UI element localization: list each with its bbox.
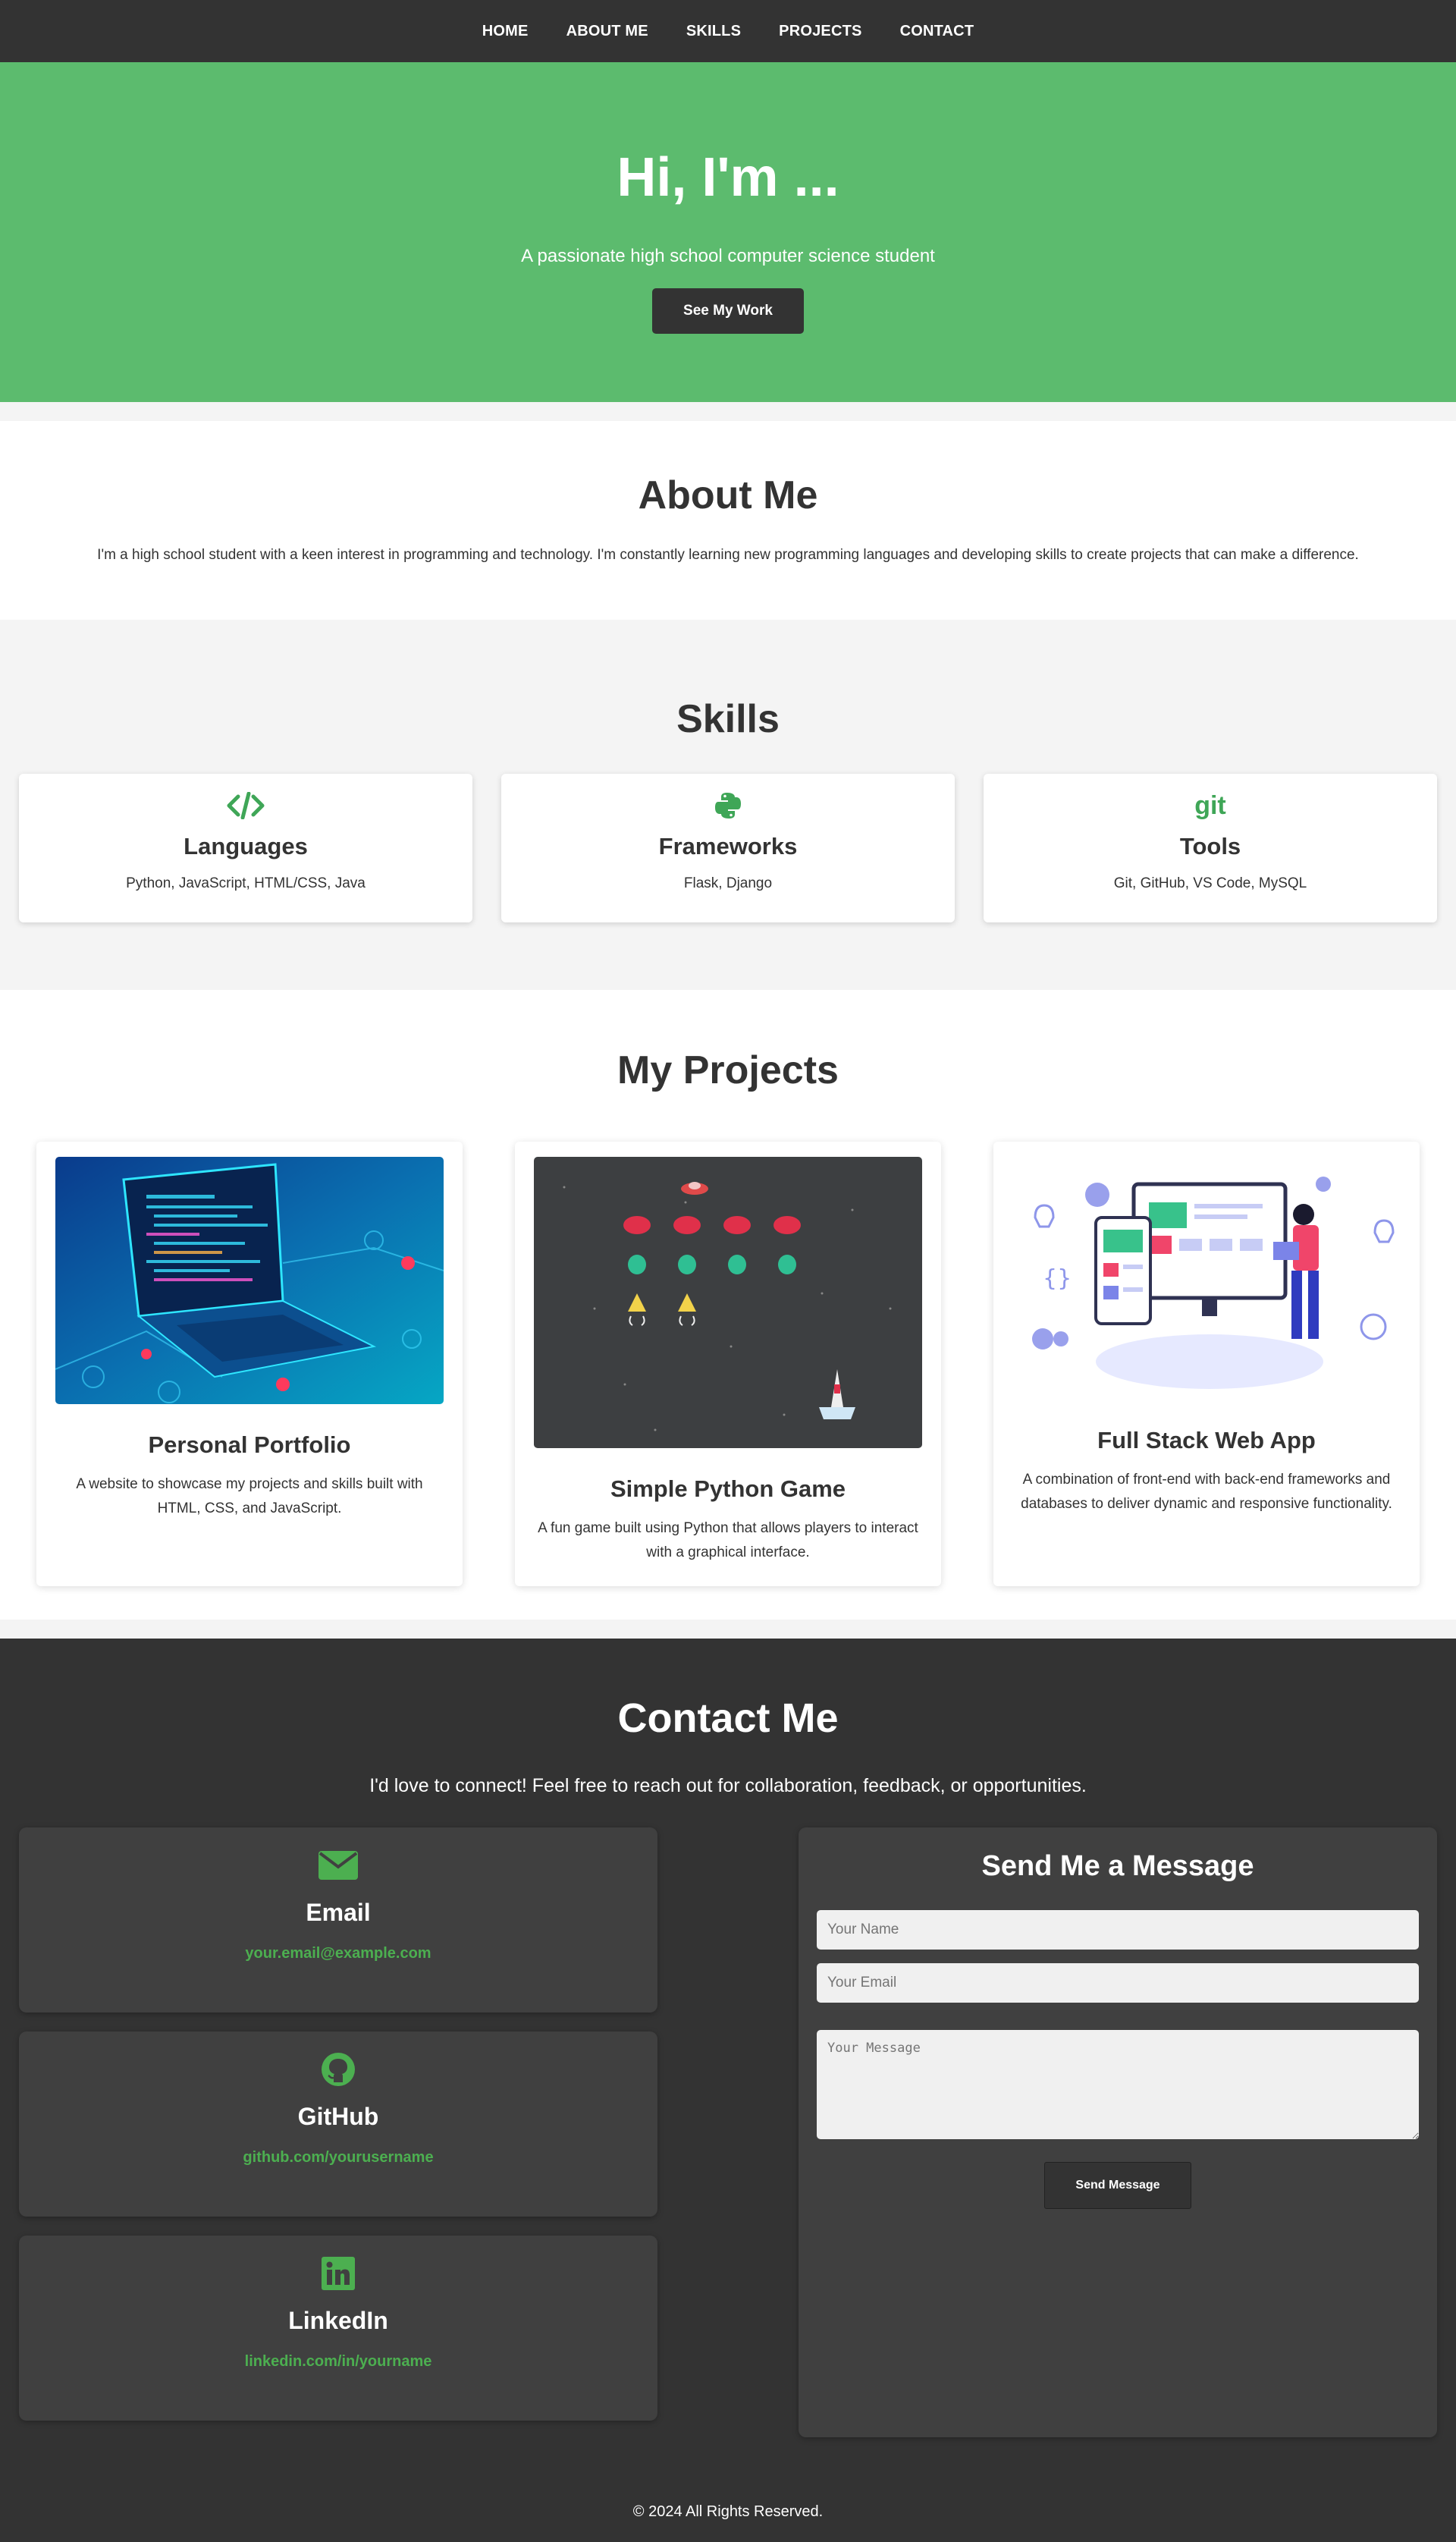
- envelope-icon: [19, 1849, 657, 1882]
- contact-card-email: Email your.email@example.com: [19, 1827, 657, 2013]
- git-icon-text: git: [1194, 790, 1226, 820]
- nav-link-contact[interactable]: CONTACT: [900, 23, 974, 40]
- skill-card-languages: Languages Python, JavaScript, HTML/CSS, …: [19, 774, 472, 922]
- name-input[interactable]: [817, 1910, 1419, 1950]
- about-text: I'm a high school student with a keen in…: [97, 547, 1359, 563]
- message-form: Send Me a Message Send Message: [799, 1827, 1437, 2437]
- send-message-button[interactable]: Send Message: [1044, 2162, 1191, 2209]
- project-text: A fun game built using Python that allow…: [538, 1520, 918, 1560]
- git-icon: git: [984, 790, 1437, 821]
- see-my-work-button[interactable]: See My Work: [652, 288, 804, 334]
- hero-subtitle: A passionate high school computer scienc…: [521, 246, 935, 266]
- contact-card-title: Email: [306, 1899, 371, 1926]
- github-icon: [19, 2053, 657, 2086]
- section-gap: [0, 402, 1456, 421]
- project-card-game[interactable]: Simple Python Game A fun game built usin…: [515, 1142, 941, 1586]
- section-gap: [0, 1620, 1456, 1639]
- footer-copyright: © 2024 All Rights Reserved.: [632, 2503, 824, 2520]
- form-title: Send Me a Message: [981, 1850, 1254, 1882]
- contact-card-github: GitHub github.com/yourusername: [19, 2031, 657, 2217]
- project-text: A website to showcase my projects and sk…: [76, 1476, 423, 1516]
- projects-title: My Projects: [617, 1048, 839, 1092]
- linkedin-icon: [19, 2257, 657, 2290]
- skill-card-tools: git Tools Git, GitHub, VS Code, MySQL: [984, 774, 1437, 922]
- linkedin-link[interactable]: linkedin.com/in/yourname: [19, 2353, 657, 2371]
- skill-card-frameworks: Frameworks Flask, Django: [501, 774, 955, 922]
- about-section: About Me I'm a high school student with …: [0, 421, 1456, 620]
- section-gap: [0, 971, 1456, 990]
- project-text: A combination of front-end with back-end…: [1021, 1472, 1392, 1512]
- nav-link-about[interactable]: ABOUT ME: [566, 23, 648, 40]
- skills-section: Skills Languages Python, JavaScript, HTM…: [0, 639, 1456, 971]
- code-icon: [19, 790, 472, 821]
- contact-title: Contact Me: [617, 1695, 839, 1741]
- nav-link-projects[interactable]: PROJECTS: [779, 23, 861, 40]
- contact-intro: I'd love to connect! Feel free to reach …: [369, 1775, 1087, 1796]
- contact-card-title: GitHub: [297, 2103, 379, 2130]
- skill-text: Git, GitHub, VS Code, MySQL: [1113, 875, 1307, 891]
- top-nav: HOME ABOUT ME SKILLS PROJECTS CONTACT: [0, 0, 1456, 62]
- python-icon: [501, 790, 955, 821]
- skill-title: Frameworks: [658, 833, 798, 859]
- skill-text: Flask, Django: [683, 875, 773, 891]
- project-title: Simple Python Game: [610, 1475, 846, 1502]
- nav-link-skills[interactable]: SKILLS: [686, 23, 741, 40]
- skills-title: Skills: [676, 697, 780, 741]
- contact-card-title: LinkedIn: [288, 2307, 388, 2334]
- project-title: Personal Portfolio: [148, 1431, 351, 1458]
- email-link[interactable]: your.email@example.com: [19, 1945, 657, 1962]
- github-link[interactable]: github.com/yourusername: [19, 2149, 657, 2167]
- hero-section: Hi, I'm ... A passionate high school com…: [0, 62, 1456, 402]
- skill-text: Python, JavaScript, HTML/CSS, Java: [126, 875, 366, 891]
- email-input[interactable]: [817, 1963, 1419, 2003]
- contact-card-linkedin: LinkedIn linkedin.com/in/yourname: [19, 2236, 657, 2421]
- skill-title: Languages: [184, 833, 308, 859]
- space-invaders-illustration: [534, 1157, 922, 1448]
- message-textarea[interactable]: [817, 2030, 1419, 2139]
- skill-title: Tools: [1179, 833, 1241, 859]
- project-title: Full Stack Web App: [1097, 1427, 1316, 1453]
- project-card-portfolio[interactable]: Personal Portfolio A website to showcase…: [36, 1142, 463, 1586]
- section-gap: [0, 620, 1456, 639]
- hero-title: Hi, I'm ...: [617, 147, 839, 208]
- about-title: About Me: [638, 473, 818, 517]
- fullstack-illustration: {}: [1012, 1157, 1401, 1400]
- svg-text:{}: {}: [1043, 1265, 1072, 1292]
- laptop-illustration: [55, 1157, 444, 1404]
- contact-section: Contact Me I'd love to connect! Feel fre…: [0, 1639, 1456, 2542]
- nav-link-home[interactable]: HOME: [482, 23, 529, 40]
- projects-section: My Projects Personal Portfolio A website…: [0, 990, 1456, 1620]
- project-card-fullstack[interactable]: {} Full Stack Web App A combination of f…: [993, 1142, 1420, 1586]
